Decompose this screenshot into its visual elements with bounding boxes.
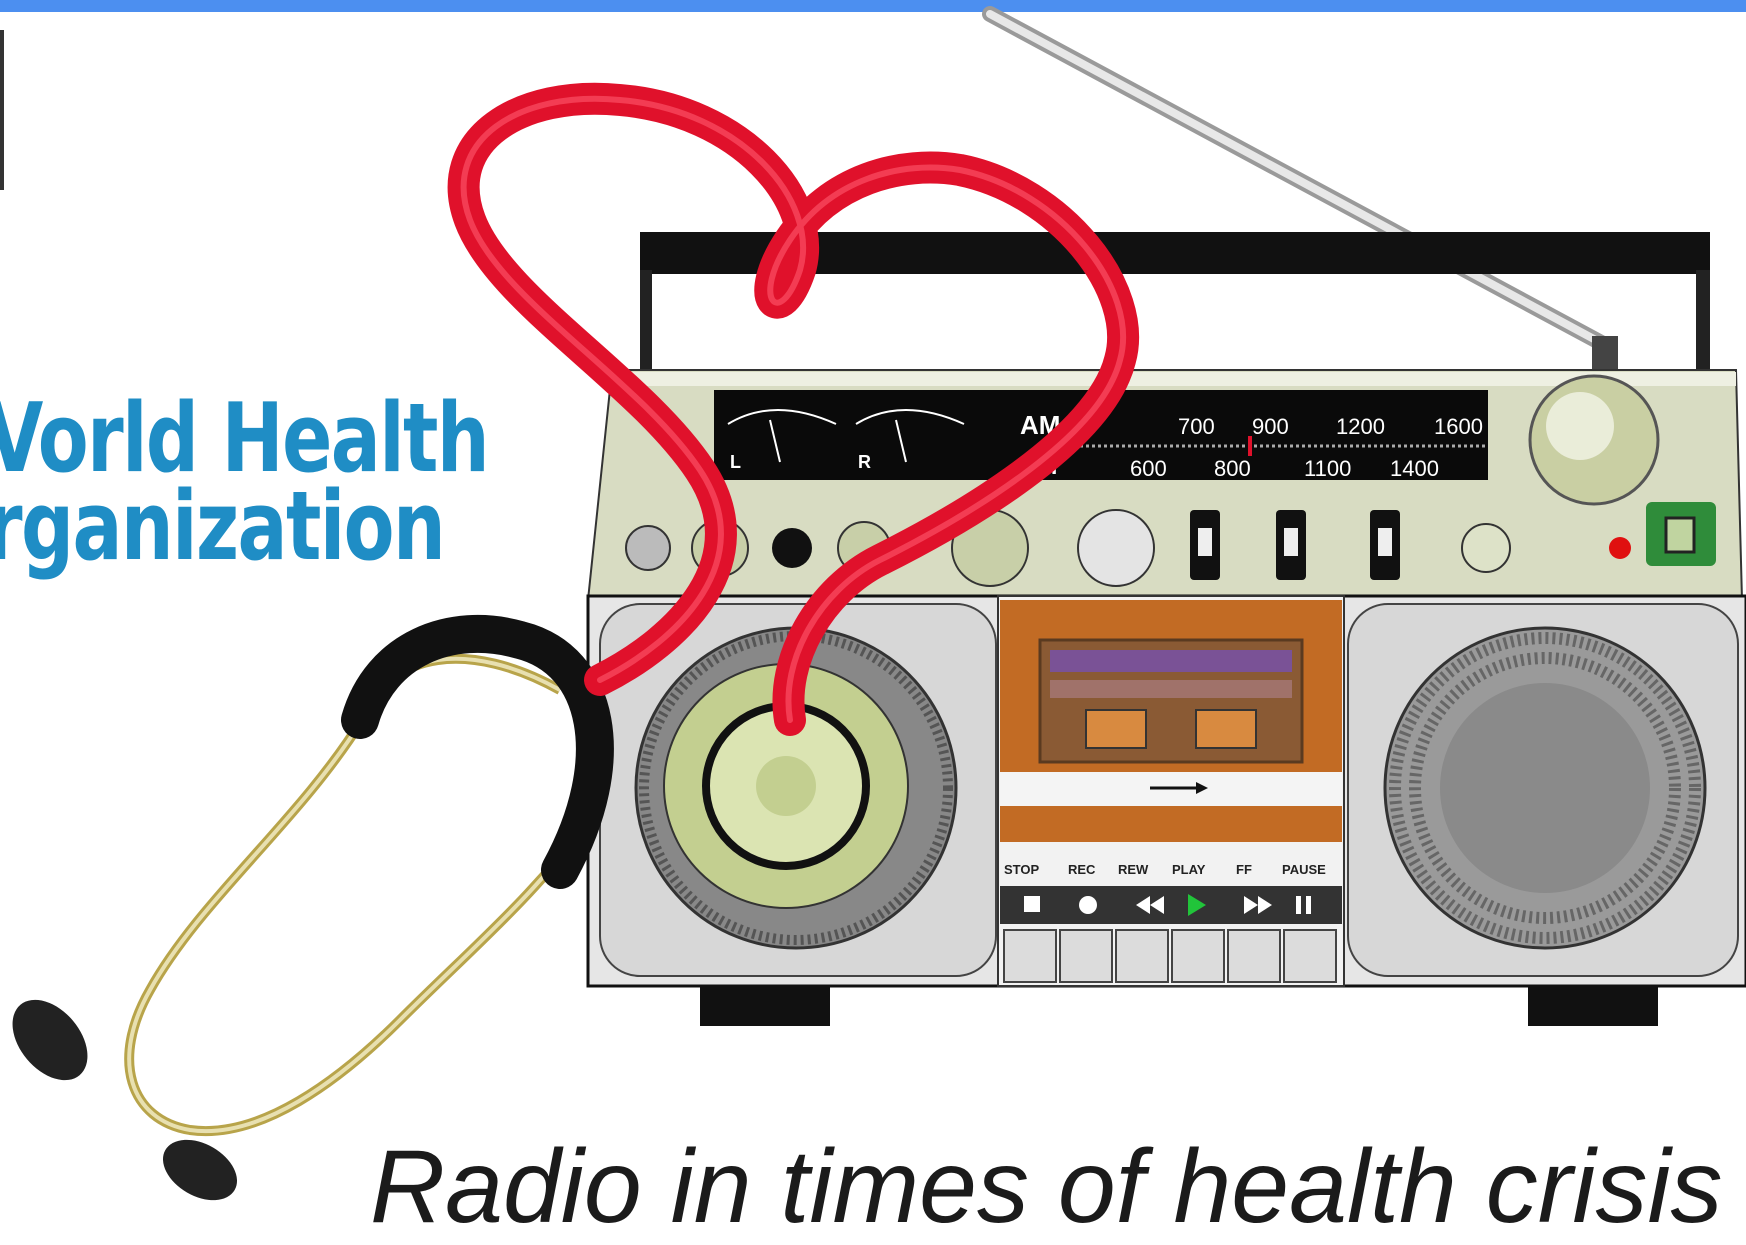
fm-scale-4: 1400 bbox=[1390, 456, 1439, 481]
label-ff: FF bbox=[1236, 862, 1252, 877]
stop-icon bbox=[1024, 896, 1040, 912]
meter-right-label: R bbox=[858, 452, 871, 472]
radio-top-panel: L R AM FM 700 900 1200 1600 600 800 1100… bbox=[586, 369, 1744, 601]
am-scale-1: 700 bbox=[1178, 414, 1215, 439]
fm-scale-2: 800 bbox=[1214, 456, 1251, 481]
label-stop: STOP bbox=[1004, 862, 1039, 877]
am-scale-2: 900 bbox=[1252, 414, 1289, 439]
label-pause: PAUSE bbox=[1282, 862, 1326, 877]
meter-left-label: L bbox=[730, 452, 741, 472]
pause-icon bbox=[1296, 896, 1301, 914]
label-rew: REW bbox=[1118, 862, 1149, 877]
record-icon bbox=[1079, 896, 1097, 914]
antenna-icon bbox=[982, 6, 1618, 372]
label-play: PLAY bbox=[1172, 862, 1206, 877]
fm-scale-3: 1100 bbox=[1304, 456, 1351, 481]
radio-body: STOP REC REW PLAY FF PAUSE bbox=[586, 594, 1746, 1026]
label-rec: REC bbox=[1068, 862, 1096, 877]
radio-stethoscope-illustration: L R AM FM 700 900 1200 1600 600 800 1100… bbox=[12, 6, 1746, 1201]
am-scale-3: 1200 bbox=[1336, 414, 1385, 439]
tagline: Radio in times of health crisis bbox=[370, 1129, 1723, 1245]
am-scale-4: 1600 bbox=[1434, 414, 1483, 439]
transport-bar bbox=[1000, 886, 1342, 924]
fm-scale-1: 600 bbox=[1130, 456, 1167, 481]
